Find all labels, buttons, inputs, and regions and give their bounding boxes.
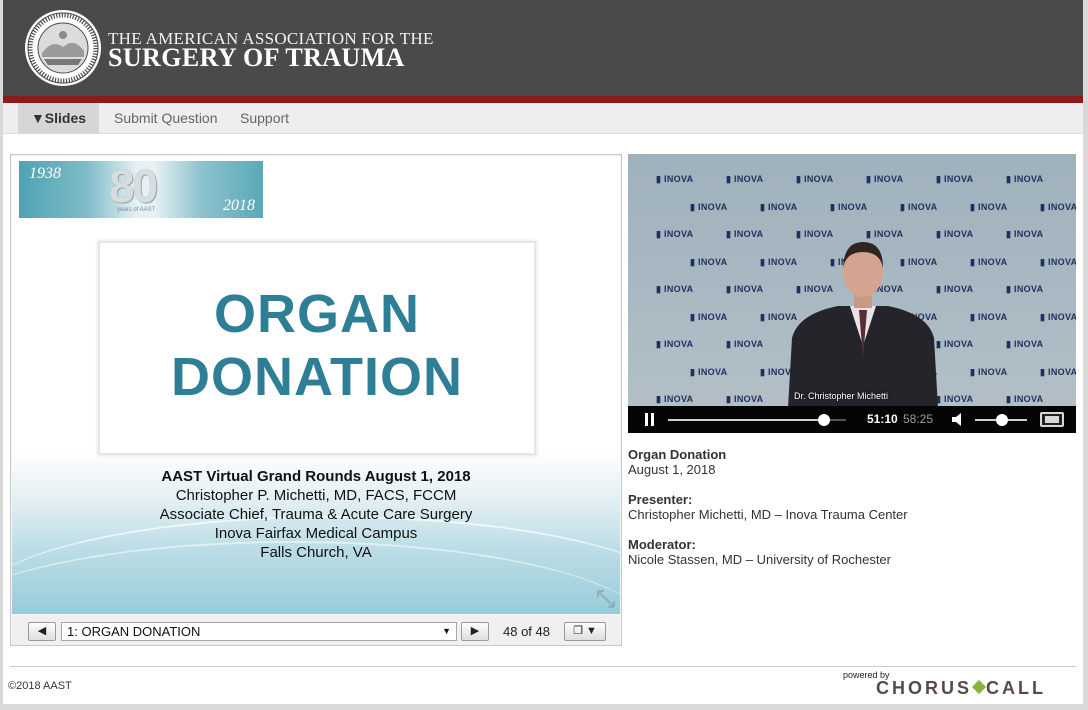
brand-right: CALL <box>986 678 1047 698</box>
slide-select-value: 1: ORGAN DONATION <box>67 624 201 639</box>
inova-logo: ▮ INOVA <box>656 339 694 349</box>
presenter-label: Presenter: <box>628 492 693 507</box>
moderator-label: Moderator: <box>628 537 696 552</box>
chorus-call-logo: CHORUS CALL <box>876 678 1046 699</box>
pause-icon[interactable] <box>644 413 656 426</box>
anniversary-banner: 1938 80 years of AAST 2018 <box>19 160 263 218</box>
volume-icon[interactable] <box>952 413 966 426</box>
inova-logo: ▮ INOVA <box>900 201 938 212</box>
inova-logo: ▮ INOVA <box>726 284 764 294</box>
tab-submit-question[interactable]: Submit Question <box>114 103 218 133</box>
inova-logo: ▮ INOVA <box>726 174 764 184</box>
inova-logo: ▮ INOVA <box>970 311 1008 322</box>
inova-logo: ▮ INOVA <box>866 174 904 184</box>
slide-info-event: AAST Virtual Grand Rounds August 1, 2018 <box>161 468 471 485</box>
slide-counter: 48 of 48 <box>503 624 550 639</box>
inova-logo: ▮ INOVA <box>1006 394 1044 404</box>
diamond-icon <box>971 679 987 695</box>
event-info: Organ Donation August 1, 2018 Presenter:… <box>628 447 1078 567</box>
inova-logo: ▮ INOVA <box>726 229 764 239</box>
backdrop-logo-row: ▮ INOVA ▮ INOVA ▮ INOVA ▮ INOVA ▮ INOVA ▮ INO… <box>656 174 1076 185</box>
inova-logo: ▮ INOVA <box>796 174 834 184</box>
inova-logo: ▮ INOVA <box>1040 201 1076 212</box>
inova-logo: ▮ INOVA <box>970 201 1008 212</box>
seek-handle[interactable] <box>817 414 830 426</box>
current-time: 51:10 <box>867 412 898 426</box>
chevron-down-icon: ▼ <box>442 626 451 636</box>
slide-panel: 1938 80 years of AAST 2018 ORGAN DONATIO… <box>10 154 622 646</box>
inova-logo: ▮ INOVA <box>936 339 974 349</box>
inova-logo: ▮ INOVA <box>1006 229 1044 239</box>
inova-logo: ▮ INOVA <box>726 339 764 349</box>
footer-divider <box>10 666 1076 667</box>
inova-logo: ▮ INOVA <box>690 256 728 267</box>
expand-icon[interactable] <box>595 588 617 610</box>
copyright: ©2018 AAST <box>8 680 72 692</box>
slide-select[interactable]: 1: ORGAN DONATION ▼ <box>61 622 457 641</box>
inova-logo: ▮ INOVA <box>726 394 764 404</box>
slide-info-campus: Inova Fairfax Medical Campus <box>214 525 418 542</box>
slide-title-line1: ORGAN <box>214 284 420 344</box>
inova-logo: ▮ INOVA <box>936 229 974 239</box>
anniversary-year-end: 2018 <box>223 197 255 214</box>
inova-logo: ▮ INOVA <box>830 201 868 212</box>
tab-slides[interactable]: ▼Slides <box>18 103 99 133</box>
header-stripe <box>3 96 1083 103</box>
tab-support[interactable]: Support <box>240 103 289 133</box>
slide-info-role: Associate Chief, Trauma & Acute Care Sur… <box>159 506 473 523</box>
lower-third-caption: Dr. Christopher Michetti <box>794 391 889 401</box>
video-player[interactable]: ▮ INOVA ▮ INOVA ▮ INOVA ▮ INOVA ▮ INOVA ▮ INO… <box>628 154 1076 406</box>
presenter-figure <box>788 242 938 406</box>
anniversary-number: 80 <box>109 160 158 212</box>
inova-logo: ▮ INOVA <box>1006 284 1044 294</box>
inova-logo: ▮ INOVA <box>936 284 974 294</box>
inova-logo: ▮ INOVA <box>1040 256 1076 267</box>
anniversary-subtitle: years of AAST <box>117 207 156 213</box>
inova-logo: ▮ INOVA <box>1040 366 1076 377</box>
volume-handle[interactable] <box>996 414 1009 426</box>
fullscreen-icon[interactable] <box>1040 412 1064 427</box>
inova-logo: ▮ INOVA <box>1006 339 1044 349</box>
inova-logo: ▮ INOVA <box>690 366 728 377</box>
duration: 58:25 <box>903 412 934 426</box>
brand-left: CHORUS <box>876 678 973 698</box>
inova-logo: ▮ INOVA <box>936 174 974 184</box>
slide-title-line2: DONATION <box>171 347 463 407</box>
prev-slide-button[interactable]: ◀ <box>28 622 56 641</box>
org-name-line2: SURGERY OF TRAUMA <box>108 43 405 72</box>
event-date: August 1, 2018 <box>628 462 716 477</box>
backdrop-logo-row: ▮ INOVA ▮ INOVA ▮ INOVA ▮ INOVA ▮ INOVA ▮ INO… <box>690 202 1076 213</box>
slide-info-location: Falls Church, VA <box>260 544 372 561</box>
moderator-name: Nicole Stassen, MD – University of Roche… <box>628 552 891 567</box>
aast-seal-logo <box>25 10 101 86</box>
anniversary-year-start: 1938 <box>29 165 61 182</box>
inova-logo: ▮ INOVA <box>970 366 1008 377</box>
inova-logo: ▮ INOVA <box>656 174 694 184</box>
slide-viewer: 1938 80 years of AAST 2018 ORGAN DONATIO… <box>12 156 620 614</box>
inova-logo: ▮ INOVA <box>656 229 694 239</box>
layout-menu-button[interactable]: ❐ ▼ <box>564 622 606 641</box>
seek-bar-played <box>668 419 824 421</box>
slide-controls: ◀ 1: ORGAN DONATION ▼ ▶ 48 of 48 ❐ ▼ <box>12 616 620 645</box>
inova-logo: ▮ INOVA <box>656 394 694 404</box>
inova-logo: ▮ INOVA <box>690 311 728 322</box>
top-nav: ▼Slides Submit Question Support <box>3 103 1083 134</box>
video-control-bar: 51:10 58:25 <box>628 406 1076 433</box>
inova-logo: ▮ INOVA <box>970 256 1008 267</box>
inova-logo: ▮ INOVA <box>1006 174 1044 184</box>
inova-logo: ▮ INOVA <box>656 284 694 294</box>
slide-info-speaker: Christopher P. Michetti, MD, FACS, FCCM <box>175 487 457 504</box>
inova-logo: ▮ INOVA <box>936 394 974 404</box>
inova-logo: ▮ INOVA <box>1040 311 1076 322</box>
slide-title-box: ORGAN DONATION <box>98 241 536 455</box>
site-header: THE AMERICAN ASSOCIATION FOR THE SURGERY… <box>3 0 1083 96</box>
slide-speaker-info: AAST Virtual Grand Rounds August 1, 2018… <box>12 467 620 562</box>
app-frame: THE AMERICAN ASSOCIATION FOR THE SURGERY… <box>3 0 1083 704</box>
inova-logo: ▮ INOVA <box>760 201 798 212</box>
inova-logo: ▮ INOVA <box>690 201 728 212</box>
event-title: Organ Donation <box>628 447 727 462</box>
presenter-name: Christopher Michetti, MD – Inova Trauma … <box>628 507 908 522</box>
next-slide-button[interactable]: ▶ <box>461 622 489 641</box>
